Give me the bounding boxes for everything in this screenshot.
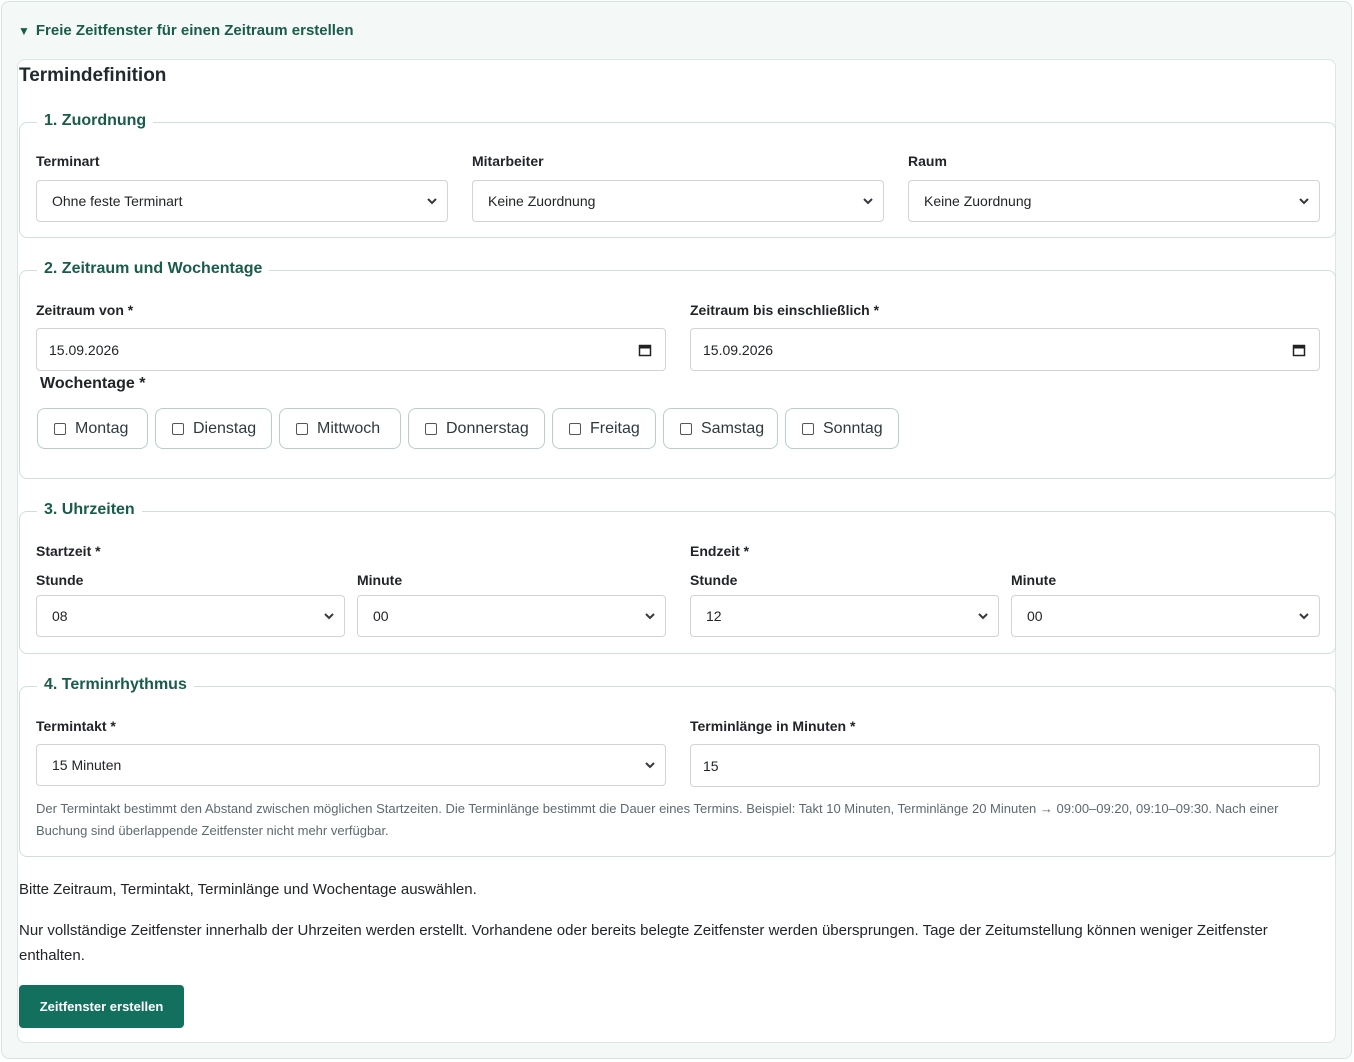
weekday-mittwoch[interactable]: Mittwoch [279, 408, 401, 449]
weekday-freitag[interactable]: Freitag [552, 408, 656, 449]
weekday-samstag[interactable]: Samstag [663, 408, 778, 449]
info-text: Nur vollständige Zeitfenster innerhalb d… [19, 922, 1268, 964]
mitarbeiter-select[interactable]: Keine Zuordnung [472, 180, 884, 222]
chevron-down-icon [1299, 198, 1309, 205]
zeitraum-von-label: Zeitraum von * [36, 302, 134, 318]
rhythmus-hint: Der Termintakt bestimmt den Abstand zwis… [36, 801, 1279, 838]
checkbox[interactable] [569, 422, 581, 435]
start-stunde-label: Stunde [36, 572, 84, 588]
legend-zeitraum: 2. Zeitraum und Wochentage [37, 258, 270, 280]
chevron-down-icon [645, 762, 655, 769]
termintakt-select[interactable]: 15 Minuten [36, 744, 666, 786]
weekday-donnerstag[interactable]: Donnerstag [408, 408, 545, 449]
endzeit-label: Endzeit * [690, 543, 750, 559]
wochentage-label: Wochentage * [40, 375, 146, 392]
chevron-down-icon [863, 198, 873, 205]
raum-label: Raum [908, 153, 947, 169]
checkbox[interactable] [54, 422, 66, 435]
legend-zuordnung: 1. Zuordnung [37, 110, 154, 132]
checkbox[interactable] [172, 422, 184, 435]
zeitraum-bis-value: 15.09.2026 [703, 341, 774, 358]
weekday-dienstag[interactable]: Dienstag [155, 408, 272, 449]
checkbox[interactable] [680, 422, 692, 435]
termintakt-value: 15 Minuten [52, 757, 122, 773]
weekday-label: Sonntag [823, 419, 883, 437]
weekday-label: Montag [75, 419, 129, 437]
chevron-down-icon [324, 613, 334, 620]
fieldset-uhrzeiten: 3. Uhrzeiten Startzeit * Endzeit * Stund… [19, 499, 1336, 654]
details-summary-label: Freie Zeitfenster für einen Zeitraum ers… [35, 22, 354, 39]
weekday-sonntag[interactable]: Sonntag [785, 408, 899, 449]
end-stunde-value: 12 [706, 608, 722, 624]
end-stunde-select[interactable]: 12 [690, 595, 999, 637]
status-text: Bitte Zeitraum, Termintakt, Terminlänge … [19, 881, 477, 898]
legend-terminrhythmus: 4. Terminrhythmus [37, 674, 194, 696]
checkbox[interactable] [296, 422, 308, 435]
fieldset-zuordnung: 1. Zuordnung Terminart Ohne feste Termin… [19, 110, 1336, 238]
calendar-icon[interactable] [638, 343, 652, 357]
terminlaenge-value: 15 [703, 757, 719, 774]
card-title: Termindefinition [19, 65, 167, 86]
fieldset-terminrhythmus: 4. Terminrhythmus Termintakt * 15 Minute… [19, 674, 1336, 857]
zeitraum-bis-label: Zeitraum bis einschließlich * [690, 302, 880, 318]
triangle-down-icon: ▼ [18, 23, 30, 38]
terminlaenge-input[interactable]: 15 [690, 744, 1320, 787]
mitarbeiter-label: Mitarbeiter [472, 153, 544, 169]
raum-value: Keine Zuordnung [924, 193, 1032, 209]
start-stunde-select[interactable]: 08 [36, 595, 345, 637]
checkbox[interactable] [802, 422, 814, 435]
zeitfenster-erstellen-button[interactable]: Zeitfenster erstellen [19, 985, 184, 1028]
weekday-label: Freitag [590, 419, 640, 437]
details-summary-toggle[interactable]: ▼ Freie Zeitfenster für einen Zeitraum e… [18, 22, 353, 39]
start-minute-select[interactable]: 00 [357, 595, 666, 637]
start-minute-value: 00 [373, 608, 389, 624]
chevron-down-icon [978, 613, 988, 620]
termintakt-label: Termintakt * [36, 718, 116, 734]
end-minute-select[interactable]: 00 [1011, 595, 1320, 637]
chevron-down-icon [1299, 613, 1309, 620]
weekday-montag[interactable]: Montag [37, 408, 148, 449]
weekday-label: Samstag [701, 419, 765, 437]
end-minute-label: Minute [1011, 572, 1057, 588]
chevron-down-icon [427, 198, 437, 205]
startzeit-label: Startzeit * [36, 543, 101, 559]
start-stunde-value: 08 [52, 608, 68, 624]
start-minute-label: Minute [357, 572, 403, 588]
zeitraum-von-value: 15.09.2026 [49, 341, 120, 358]
end-stunde-label: Stunde [690, 572, 738, 588]
zeitraum-von-input[interactable]: 15.09.2026 [36, 328, 666, 371]
legend-uhrzeiten: 3. Uhrzeiten [37, 499, 142, 521]
weekday-label: Dienstag [193, 419, 257, 437]
termindefinition-card: Termindefinition 1. Zuordnung Terminart … [17, 59, 1336, 1043]
mitarbeiter-value: Keine Zuordnung [488, 193, 596, 209]
terminart-select[interactable]: Ohne feste Terminart [36, 180, 448, 222]
weekday-label: Mittwoch [317, 419, 381, 437]
chevron-down-icon [645, 613, 655, 620]
zeitraum-bis-input[interactable]: 15.09.2026 [690, 328, 1320, 371]
checkbox[interactable] [425, 422, 437, 435]
raum-select[interactable]: Keine Zuordnung [908, 180, 1320, 222]
terminart-label: Terminart [36, 153, 100, 169]
end-minute-value: 00 [1027, 608, 1043, 624]
calendar-icon[interactable] [1292, 343, 1306, 357]
terminart-value: Ohne feste Terminart [52, 193, 183, 209]
terminlaenge-label: Terminlänge in Minuten * [690, 718, 856, 734]
weekday-label: Donnerstag [446, 419, 529, 437]
